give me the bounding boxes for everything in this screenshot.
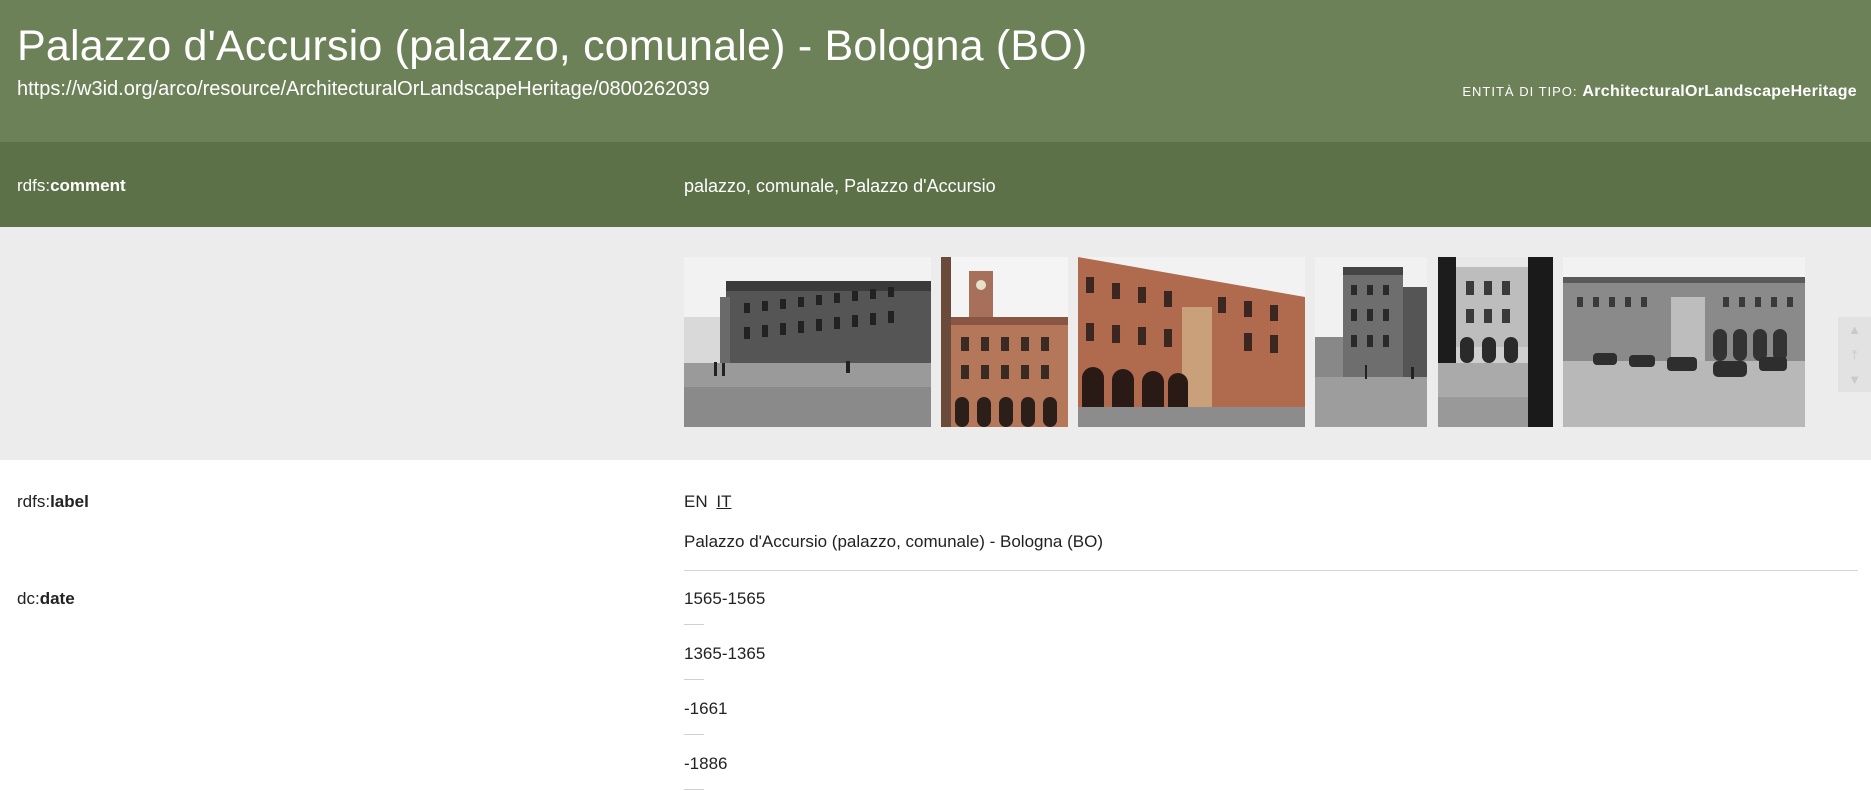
property-key-date[interactable]: dc:date xyxy=(17,589,75,609)
language-switch: EN IT xyxy=(684,492,735,512)
date-value: -1886 xyxy=(684,754,728,773)
language-option-en[interactable]: EN xyxy=(684,492,708,511)
photo-palazzo-courtyard[interactable] xyxy=(1438,257,1553,427)
scroll-controls: ▲ ⤒ ▼ xyxy=(1838,317,1871,392)
date-value: 1365-1365 xyxy=(684,644,766,663)
photo-palazzo-facade-color[interactable] xyxy=(1078,257,1305,427)
label-row: rdfs:label EN IT Palazzo d'Accursio (pal… xyxy=(0,492,1871,572)
chevron-up-icon[interactable]: ▲ xyxy=(1838,317,1871,342)
page-title: Palazzo d'Accursio (palazzo, comunale) -… xyxy=(17,22,1088,70)
entity-type-label: ENTITÀ DI TIPO: xyxy=(1462,84,1578,99)
photo-palazzo-courtyard-cars[interactable] xyxy=(1563,257,1805,427)
photo-palazzo-clock-tower[interactable] xyxy=(941,257,1068,427)
page-header: Palazzo d'Accursio (palazzo, comunale) -… xyxy=(0,0,1871,142)
photo-palazzo-side-street[interactable] xyxy=(1315,257,1427,427)
property-local-name: date xyxy=(39,589,75,608)
property-prefix: rdfs: xyxy=(17,176,51,195)
entity-type: ENTITÀ DI TIPO: ArchitecturalOrLandscape… xyxy=(1462,83,1857,101)
property-prefix: rdfs: xyxy=(17,492,51,511)
property-key-comment[interactable]: rdfs:comment xyxy=(17,176,126,196)
row-divider xyxy=(684,570,1858,571)
date-row: dc:date 1565-1565 1365-1365 -1661 -1886 xyxy=(0,589,1871,791)
date-value: 1565-1565 xyxy=(684,589,766,608)
image-gallery: ▲ ⤒ ▼ xyxy=(0,227,1871,460)
property-local-name: comment xyxy=(50,176,126,195)
comment-value: palazzo, comunale, Palazzo d'Accursio xyxy=(684,176,996,196)
resource-uri-link[interactable]: https://w3id.org/arco/resource/Architect… xyxy=(17,78,710,101)
label-value: Palazzo d'Accursio (palazzo, comunale) -… xyxy=(684,532,1103,551)
skip-to-top-icon[interactable]: ⤒ xyxy=(1838,342,1871,367)
language-option-it[interactable]: IT xyxy=(716,492,731,511)
date-value: -1661 xyxy=(684,699,728,718)
property-key-label[interactable]: rdfs:label xyxy=(17,492,89,512)
property-local-name: label xyxy=(50,492,89,511)
value-separator xyxy=(684,734,704,735)
value-separator xyxy=(684,789,704,790)
value-separator xyxy=(684,679,704,680)
photo-palazzo-piazza-grayscale[interactable] xyxy=(684,257,931,427)
comment-row: rdfs:comment palazzo, comunale, Palazzo … xyxy=(0,142,1871,227)
chevron-down-icon[interactable]: ▼ xyxy=(1838,367,1871,392)
property-prefix: dc: xyxy=(17,589,40,608)
value-separator xyxy=(684,624,704,625)
entity-type-value[interactable]: ArchitecturalOrLandscapeHeritage xyxy=(1582,83,1857,100)
